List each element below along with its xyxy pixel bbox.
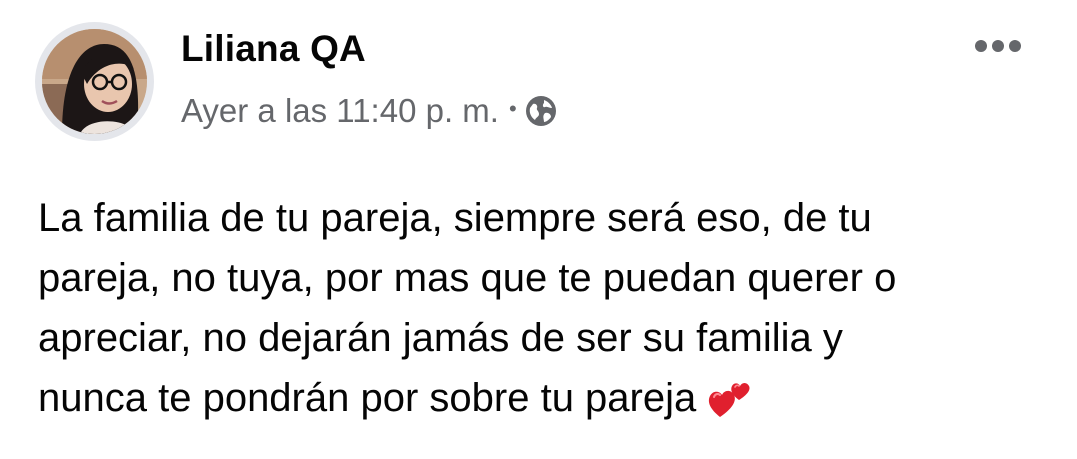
two-hearts-icon bbox=[706, 377, 752, 423]
globe-icon[interactable] bbox=[525, 95, 557, 127]
post-text-line: apreciar, no dejarán jamás de ser su fam… bbox=[38, 316, 843, 360]
post-meta: Ayer a las 11:40 p. m. • bbox=[181, 92, 557, 130]
meta-separator: • bbox=[508, 96, 517, 121]
post-text-last-line: nunca te pondrán por sobre tu pareja bbox=[38, 368, 1048, 428]
facebook-post: Liliana QA Ayer a las 11:40 p. m. • La f… bbox=[0, 0, 1077, 459]
profile-photo bbox=[42, 29, 147, 134]
avatar[interactable] bbox=[35, 22, 154, 141]
more-options-icon[interactable] bbox=[973, 38, 1023, 54]
author-name[interactable]: Liliana QA bbox=[181, 28, 366, 70]
post-text-line: nunca te pondrán por sobre tu pareja bbox=[38, 376, 697, 420]
post-timestamp[interactable]: Ayer a las 11:40 p. m. bbox=[181, 92, 499, 130]
post-text: La familia de tu pareja, siempre será es… bbox=[38, 188, 1048, 428]
post-text-line: pareja, no tuya, por mas que te puedan q… bbox=[38, 256, 897, 300]
post-text-line: La familia de tu pareja, siempre será es… bbox=[38, 196, 872, 240]
